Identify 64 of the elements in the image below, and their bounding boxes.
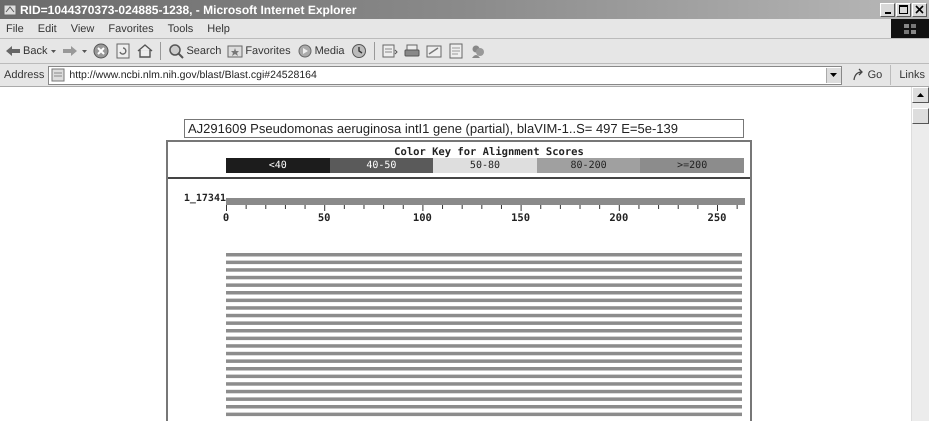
page-icon: [51, 68, 66, 82]
links-button[interactable]: Links: [895, 69, 929, 81]
up-arrow-icon: [917, 93, 924, 97]
axis-label: 200: [609, 212, 628, 224]
score-range: <40: [226, 158, 330, 173]
minimize-icon: [884, 12, 890, 14]
refresh-icon: [115, 43, 132, 59]
scroll-up-button[interactable]: [912, 87, 929, 103]
tooltip: AJ291609 Pseudomonas aeruginosa intI1 gene (partial), blaVIM-1..S= 497 E=5e-139: [184, 119, 744, 138]
messenger-icon: [470, 43, 486, 59]
history-button[interactable]: [350, 42, 368, 60]
axis-label: 50: [318, 212, 331, 224]
back-button[interactable]: Back: [4, 42, 58, 60]
discuss-button[interactable]: [446, 42, 465, 60]
address-field[interactable]: http://www.ncbi.nlm.nih.gov/blast/Blast.cgi#24528164: [48, 66, 842, 84]
maximize-icon: [899, 5, 908, 14]
refresh-button[interactable]: [114, 42, 132, 60]
score-range: 40-50: [330, 158, 434, 173]
menu-item[interactable]: Favorites: [108, 22, 154, 34]
score-range: 50-80: [433, 158, 537, 173]
forward-arrow-icon: [62, 43, 78, 59]
minimize-button[interactable]: [880, 2, 895, 16]
document-icon: [448, 43, 464, 59]
stop-icon: [93, 43, 110, 59]
score-range: 80-200: [536, 158, 640, 173]
caret-icon: [82, 50, 88, 52]
close-icon: [915, 5, 924, 14]
caret-icon: [830, 73, 838, 77]
mail-button[interactable]: [380, 42, 399, 60]
axis-label: 0: [222, 212, 230, 224]
home-icon: [137, 43, 154, 59]
menu-item[interactable]: Edit: [38, 22, 57, 34]
history-icon: [350, 43, 367, 59]
page-icon: [3, 2, 17, 16]
stop-button[interactable]: [92, 42, 110, 60]
windows-logo-icon: [891, 19, 929, 38]
media-button[interactable]: Media: [296, 42, 346, 60]
go-button[interactable]: Go: [846, 65, 892, 85]
vertical-scrollbar[interactable]: [911, 87, 929, 421]
menu-item[interactable]: View: [70, 22, 94, 34]
score-range: >=200: [640, 158, 744, 173]
printer-icon: [404, 43, 420, 59]
favorites-button[interactable]: Favorites: [226, 42, 292, 60]
dropdown-button[interactable]: [826, 68, 841, 82]
media-icon: [296, 43, 313, 59]
scroll-thumb[interactable]: [912, 108, 929, 124]
close-button[interactable]: [912, 2, 927, 16]
maximize-button[interactable]: [896, 2, 911, 16]
mail-icon: [382, 43, 398, 59]
menu-item[interactable]: File: [6, 22, 24, 34]
caret-icon: [51, 50, 56, 52]
search-icon: [168, 43, 184, 59]
address-label: Address: [4, 69, 44, 81]
menu-item[interactable]: Help: [207, 22, 230, 34]
back-arrow-icon: [5, 43, 21, 59]
axis-label: 150: [511, 212, 530, 224]
home-button[interactable]: [136, 42, 154, 60]
menu-item[interactable]: Tools: [168, 22, 194, 34]
color-key-title: Color Key for Alignment Scores: [393, 146, 585, 158]
window-title: RID=1044370373-024885-1238, - Microsoft Internet Explorer: [20, 2, 356, 16]
axis-label: 100: [412, 212, 432, 224]
search-button[interactable]: Search: [167, 42, 222, 60]
axis-label: 250: [708, 212, 726, 224]
address-url: http://www.ncbi.nlm.nih.gov/blast/Blast.cgi#24528164: [69, 69, 318, 81]
